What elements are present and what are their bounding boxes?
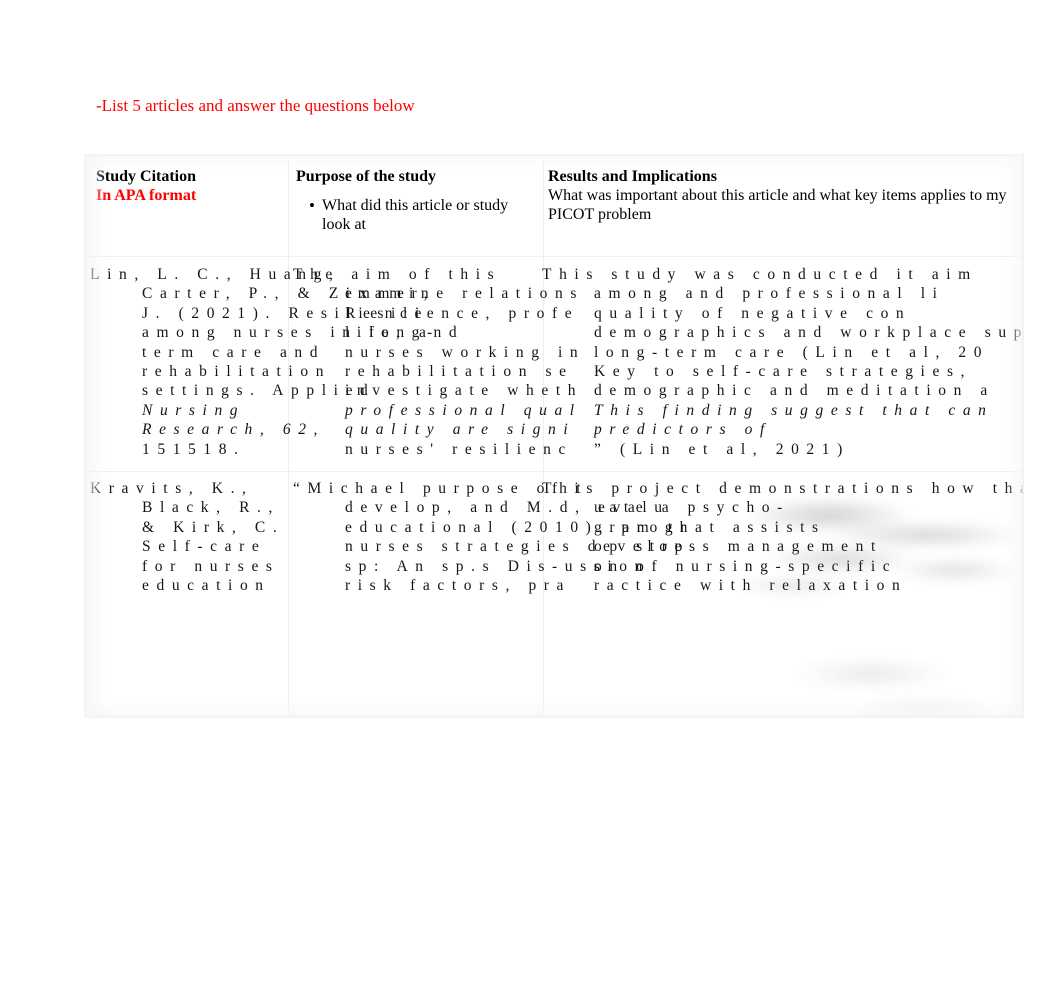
bullet-point-icon: •: [309, 196, 315, 215]
text-line: quality of negative con: [594, 304, 912, 322]
text-line: ” (Lin et al, 2021): [594, 440, 850, 458]
text-line: Black, R.,: [142, 499, 280, 517]
text-line: among and professional li: [594, 285, 945, 303]
text-line: long-term care (Lin et al, 20: [594, 343, 990, 361]
row-1-results-text: This study was conducted it aim among and…: [542, 265, 1023, 459]
instruction-note: -List 5 articles and answer the question…: [96, 96, 415, 115]
text-line: education: [142, 577, 271, 595]
text-line: gram that assists: [594, 518, 826, 536]
blur-artifact-secondary: [775, 647, 1015, 717]
header-study-citation-title: Study Citation: [96, 168, 197, 185]
text-line: This project demonstrations how tha: [542, 480, 1023, 497]
text-line: Self-care: [142, 538, 267, 556]
article-matrix-table: Study Citation In APA format Purpose of …: [85, 155, 1023, 717]
row-divider-1: [85, 471, 1023, 472]
row-2-results-text: This project demonstrations how tha uate …: [542, 479, 1023, 595]
header-purpose-title: Purpose of the study: [296, 168, 437, 185]
text-line: demographics and workplace sup: [594, 324, 1023, 342]
header-results-subtitle: What was important about this article an…: [548, 187, 1007, 223]
text-line: & Kirk, C.: [142, 518, 285, 536]
text-line: for nurses: [142, 557, 280, 575]
document-page: -List 5 articles and answer the question…: [0, 0, 1062, 1001]
text-line: Kravits, K.,: [90, 480, 254, 497]
row-2-citation-text: Kravits, K., Black, R., & Kirk, C. Self-car…: [90, 479, 284, 595]
header-cell-study-citation: Study Citation In APA format: [96, 167, 281, 205]
header-purpose-bullet-row: • What did this article or study look at: [296, 196, 536, 234]
text-line: predictors of: [594, 421, 772, 439]
table-left-border: [85, 155, 86, 717]
text-line: Key to self-care strategies,: [594, 363, 973, 381]
header-cell-purpose: Purpose of the study • What did this art…: [296, 167, 536, 234]
text-line: ractice with relaxation: [594, 577, 908, 595]
header-row-divider: [85, 256, 1023, 257]
text-line: This study was conducted it aim: [542, 266, 978, 283]
table-top-border: [85, 155, 1023, 156]
header-study-citation-subtitle: In APA format: [96, 187, 197, 204]
header-cell-results: Results and Implications What was import…: [548, 167, 1018, 224]
text-line: op stress management: [594, 538, 883, 556]
text-line: uate a psycho-: [594, 499, 790, 517]
text-line: demographic and meditation a: [594, 382, 995, 400]
table-bottom-border: [85, 716, 1023, 717]
header-results-title: Results and Implications: [548, 168, 717, 185]
text-line: on of nursing-specific: [594, 557, 898, 575]
header-purpose-bullet-text: What did this article or study look at: [322, 197, 509, 233]
text-line: This finding suggest that can: [594, 401, 994, 419]
